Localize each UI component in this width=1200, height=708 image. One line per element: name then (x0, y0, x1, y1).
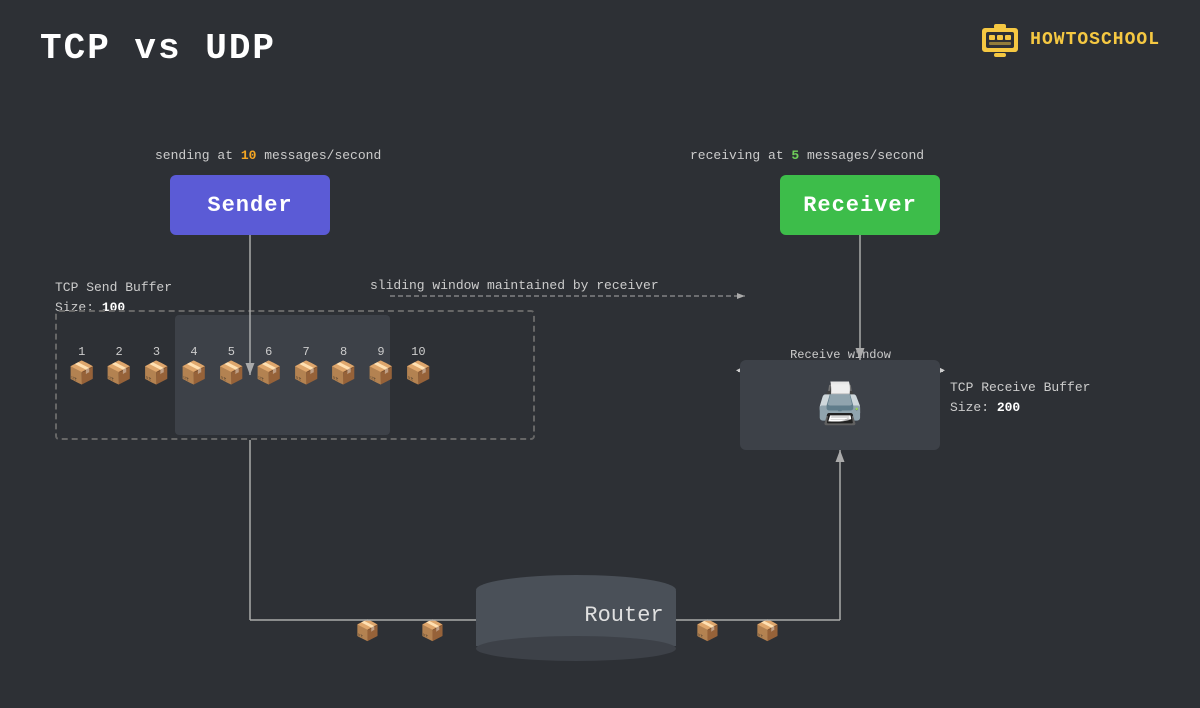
sender-rate-number: 10 (241, 148, 257, 163)
package-4: 4 📦 (180, 345, 207, 387)
router-bottom-ellipse (476, 636, 676, 661)
router-top-ellipse (476, 575, 676, 605)
package-2: 2 📦 (105, 345, 132, 387)
package-7: 7 📦 (292, 345, 319, 387)
package-10: 10 📦 (405, 345, 432, 387)
logo-text: HOWTOSCHOOL (1030, 30, 1160, 50)
receive-buffer-icon: 🖨️ (815, 380, 865, 430)
receive-buffer-label: TCP Receive Buffer Size: 200 (950, 378, 1090, 417)
logo-icon (980, 22, 1020, 58)
receiver-box: Receiver (780, 175, 940, 235)
main-container: TCP vs UDP HOWTOSCHOOL sending at 10 mes… (0, 0, 1200, 708)
package-3: 3 📦 (143, 345, 170, 387)
package-1: 1 📦 (68, 345, 95, 387)
sender-rate-label: sending at 10 messages/second (155, 148, 381, 163)
router-pkg-left-1: 📦 (355, 618, 380, 644)
package-9: 9 📦 (367, 345, 394, 387)
receiver-rate-label: receiving at 5 messages/second (690, 148, 924, 163)
router-pkg-right-2: 📦 (755, 618, 780, 644)
sender-box: Sender (170, 175, 330, 235)
router-label: Router (524, 603, 724, 628)
package-5: 5 📦 (218, 345, 245, 387)
sliding-window-label: sliding window maintained by receiver (370, 278, 659, 293)
packages-row: 1 📦 2 📦 3 📦 4 📦 5 📦 6 📦 7 (68, 345, 432, 387)
router-pkg-left-2: 📦 (420, 618, 445, 644)
logo-area: HOWTOSCHOOL (980, 22, 1160, 58)
package-8: 8 📦 (330, 345, 357, 387)
receive-buffer-box: 🖨️ (740, 360, 940, 450)
package-6: 6 📦 (255, 345, 282, 387)
page-title: TCP vs UDP (40, 28, 276, 69)
